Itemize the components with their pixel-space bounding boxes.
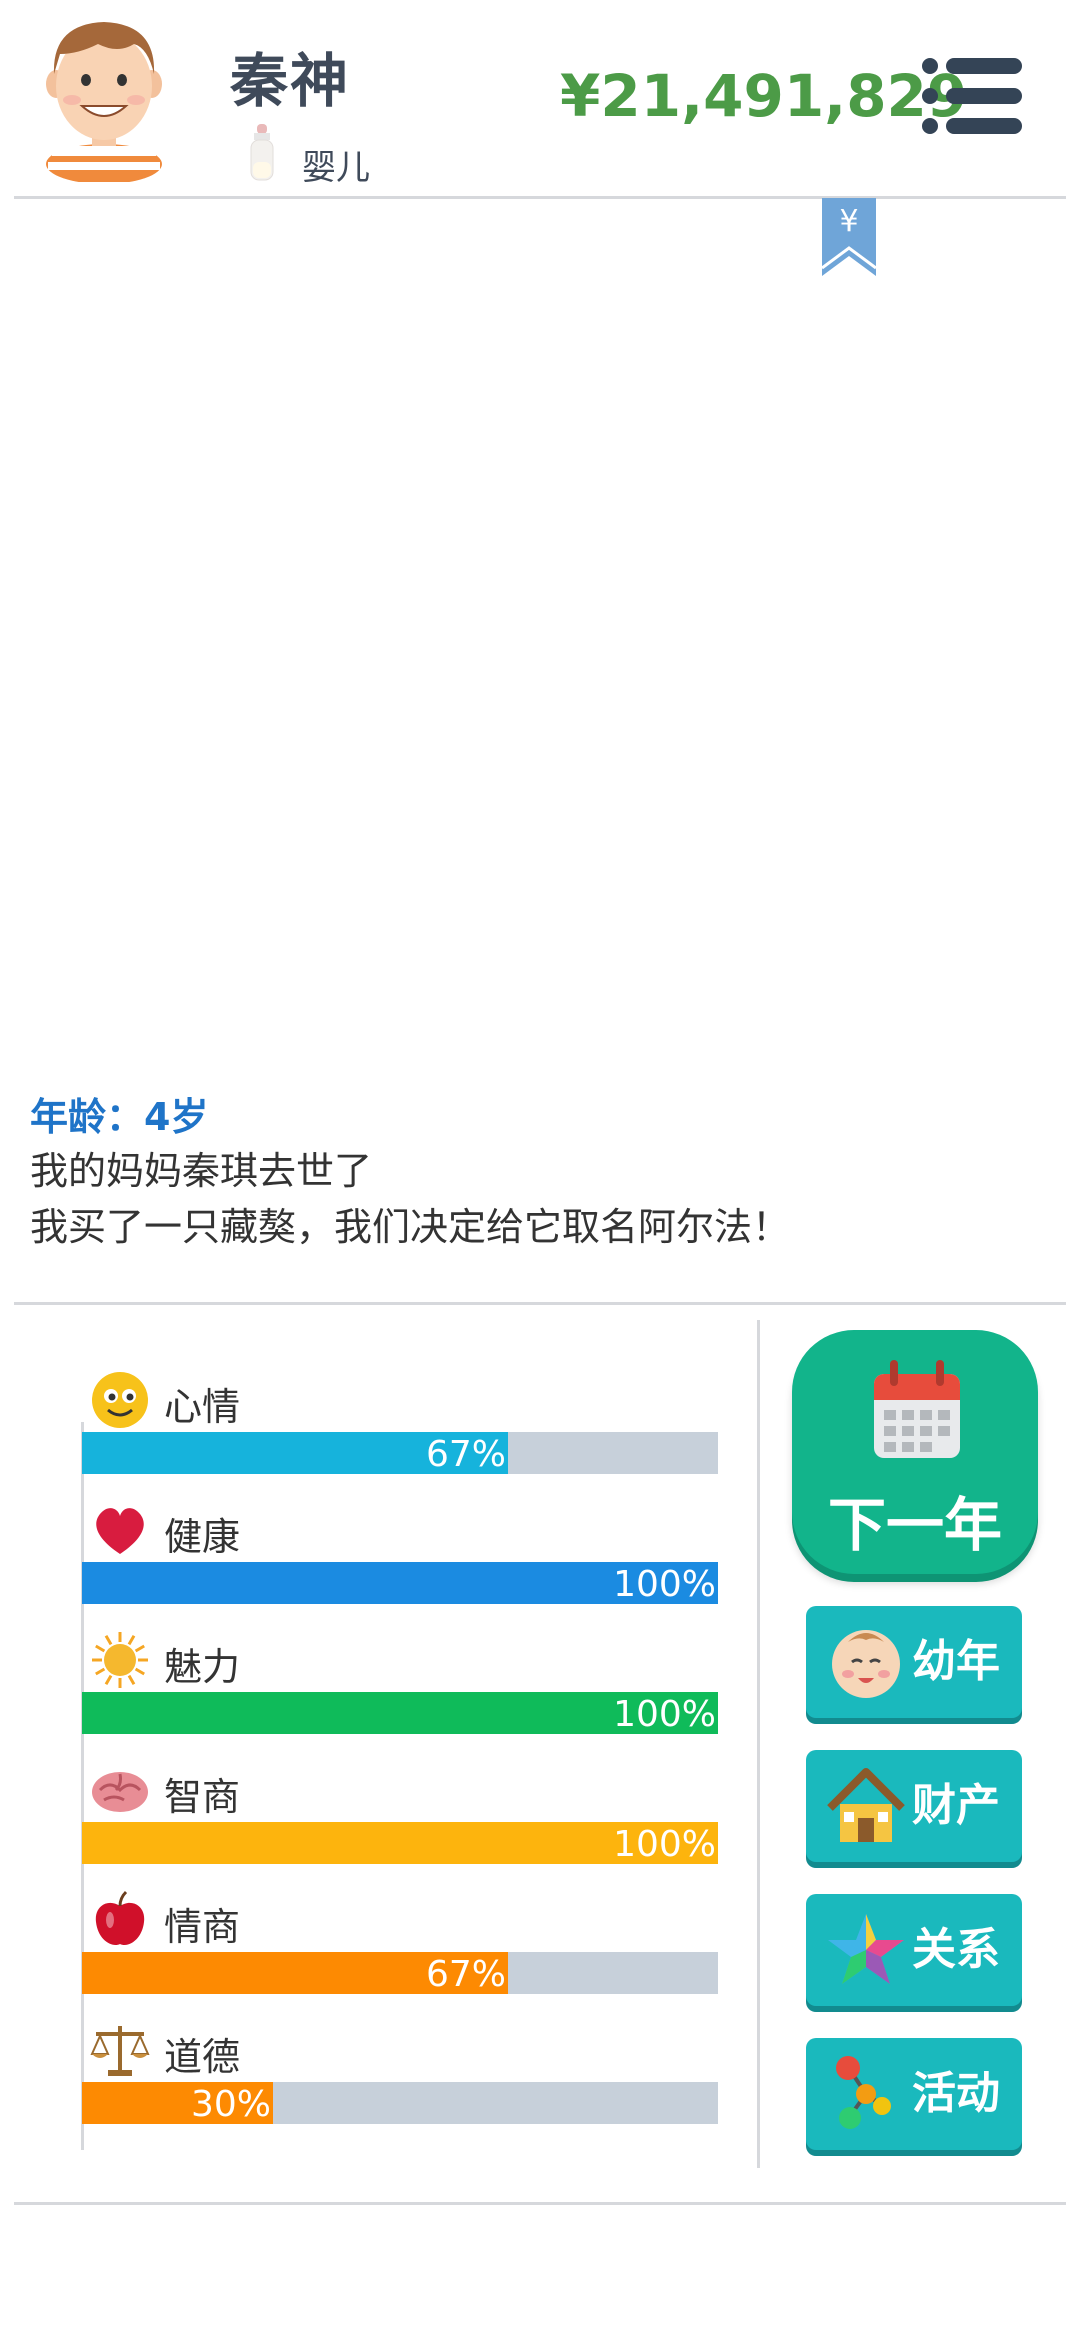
stat-bar-fill: 67% bbox=[82, 1952, 508, 1995]
next-year-label: 下一年 bbox=[827, 1491, 1002, 1559]
stat-bar-fill: 67% bbox=[82, 1432, 508, 1475]
bookmark-symbol: ¥ bbox=[839, 204, 859, 239]
stat-value: 30% bbox=[190, 2084, 271, 2125]
stat-label: 情商 bbox=[164, 1905, 241, 1949]
house-icon bbox=[827, 1768, 905, 1842]
star-icon bbox=[828, 1914, 904, 1984]
stat-bar-track: 100% bbox=[82, 1822, 718, 1865]
stat-bar-track: 67% bbox=[82, 1952, 718, 1995]
activities-icon bbox=[836, 2056, 891, 2129]
apple-icon bbox=[90, 1890, 150, 1950]
stat-bar-track: 100% bbox=[82, 1562, 718, 1605]
heart-icon bbox=[90, 1500, 150, 1560]
stat-value: 100% bbox=[613, 1694, 716, 1735]
stat-bar-fill: 100% bbox=[82, 1822, 718, 1865]
activities-button[interactable]: 活动 bbox=[806, 2038, 1022, 2150]
assets-label: 财产 bbox=[912, 1780, 1000, 1831]
stat-value: 100% bbox=[613, 1564, 716, 1605]
sun-icon bbox=[90, 1630, 150, 1690]
stat-bar-fill: 100% bbox=[82, 1562, 718, 1605]
stat-label: 智商 bbox=[164, 1775, 241, 1819]
avatar bbox=[38, 14, 170, 184]
money-balance: ¥21,491,829 bbox=[560, 62, 968, 130]
age-label: 年龄：4岁 bbox=[30, 1095, 209, 1139]
menu-button[interactable] bbox=[922, 56, 1024, 136]
life-stage-label: 婴儿 bbox=[302, 148, 370, 188]
stat-label: 道德 bbox=[164, 2035, 241, 2079]
bookmark-ribbon[interactable]: ¥ bbox=[821, 198, 877, 276]
baby-face-icon bbox=[832, 1630, 900, 1698]
stat-label: 心情 bbox=[164, 1385, 241, 1429]
relations-label: 关系 bbox=[912, 1924, 1000, 1975]
log-line: 我的妈妈秦琪去世了 bbox=[30, 1149, 373, 1193]
stat-value: 67% bbox=[425, 1954, 506, 1995]
next-year-button[interactable]: 下一年 bbox=[792, 1330, 1038, 1574]
panel-divider bbox=[757, 1320, 760, 2168]
relations-button[interactable]: 关系 bbox=[806, 1894, 1022, 2006]
stat-bar-fill: 30% bbox=[82, 2082, 273, 2125]
stats-axis-line bbox=[81, 1422, 84, 2150]
stat-bar-track: 100% bbox=[82, 1692, 718, 1735]
childhood-label: 幼年 bbox=[912, 1636, 1000, 1687]
stat-bar-fill: 100% bbox=[82, 1692, 718, 1735]
smiley-icon bbox=[90, 1370, 150, 1430]
stat-value: 67% bbox=[425, 1434, 506, 1475]
player-name: 秦神 bbox=[230, 47, 351, 115]
stat-bar-track: 67% bbox=[82, 1432, 718, 1475]
log-line: 我买了一只藏獒，我们决定给它取名阿尔法！ bbox=[30, 1205, 791, 1249]
childhood-button[interactable]: 幼年 bbox=[806, 1606, 1022, 1718]
brain-icon bbox=[90, 1760, 150, 1820]
baby-bottle-icon bbox=[248, 124, 276, 182]
log-divider bbox=[14, 1302, 1066, 1305]
scales-icon bbox=[90, 2020, 150, 2080]
stat-value: 100% bbox=[613, 1824, 716, 1865]
calendar-icon bbox=[874, 1360, 960, 1458]
assets-button[interactable]: 财产 bbox=[806, 1750, 1022, 1862]
activities-label: 活动 bbox=[912, 2068, 1000, 2119]
stat-label: 健康 bbox=[164, 1515, 241, 1559]
stat-bar-track: 30% bbox=[82, 2082, 718, 2125]
footer-divider bbox=[14, 2202, 1066, 2205]
menu-icon bbox=[922, 58, 1022, 134]
stat-label: 魅力 bbox=[164, 1645, 241, 1689]
header-divider bbox=[14, 196, 1066, 199]
